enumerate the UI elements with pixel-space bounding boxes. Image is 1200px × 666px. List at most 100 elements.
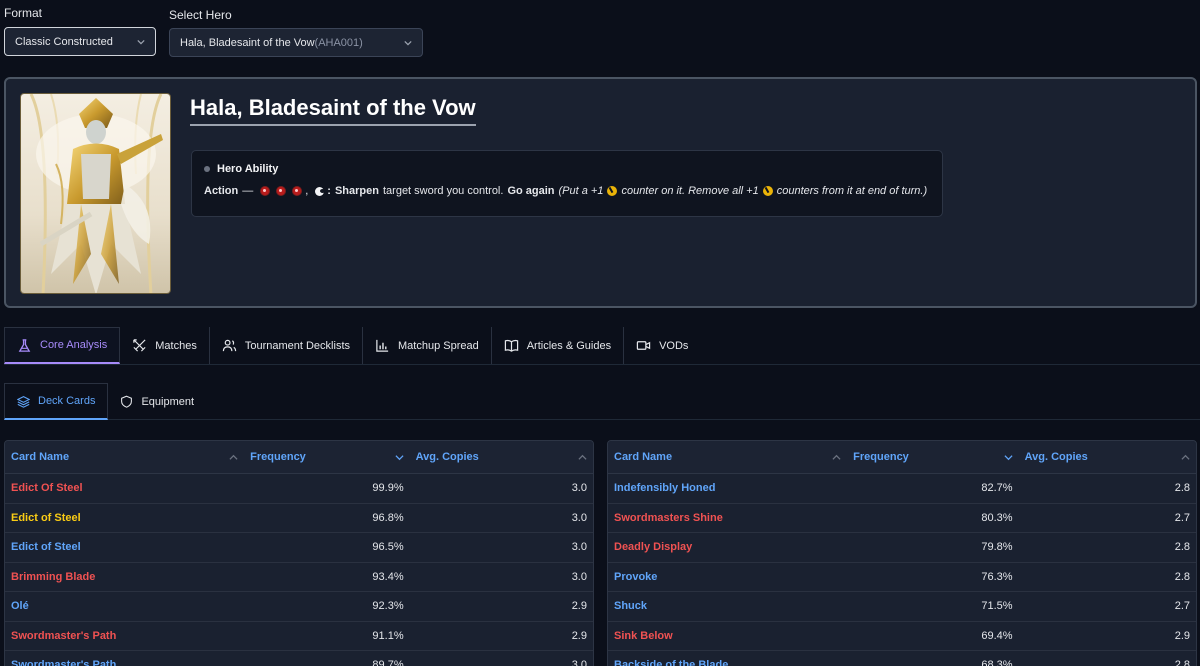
card-name-cell[interactable]: Swordmaster's Path xyxy=(5,659,244,666)
format-select[interactable]: Classic Constructed xyxy=(4,27,156,56)
chevron-up-icon xyxy=(229,454,238,460)
table-row[interactable]: Olé 92.3% 2.9 xyxy=(5,592,593,622)
layers-icon xyxy=(17,395,30,408)
avg-copies-cell: 2.8 xyxy=(1174,482,1190,495)
frequency-cell: 89.7% xyxy=(372,659,404,666)
table-row[interactable]: Deadly Display 79.8% 2.8 xyxy=(608,533,1196,563)
table-body: Edict Of Steel 99.9% 3.0 Edict of Steel 96.8… xyxy=(5,474,593,666)
deck-cards-table-right: Card Name Frequency Avg. Copies Indefens… xyxy=(607,440,1197,666)
tab-matches[interactable]: Matches xyxy=(120,327,210,364)
chevron-up-icon xyxy=(578,454,587,460)
table-row[interactable]: Edict of Steel 96.8% 3.0 xyxy=(5,504,593,533)
avg-copies-cell: 3.0 xyxy=(571,570,587,583)
main-tabs: Core Analysis Matches Tournament Decklis… xyxy=(4,327,1200,365)
resource-icon xyxy=(276,186,287,196)
sort-card-name[interactable]: Card Name xyxy=(608,441,847,474)
tab-matchup-spread[interactable]: Matchup Spread xyxy=(363,327,492,364)
frequency-cell: 96.5% xyxy=(372,541,404,554)
frequency-cell: 68.3% xyxy=(981,659,1013,666)
frequency-cell: 92.3% xyxy=(372,600,404,613)
tab-vods[interactable]: VODs xyxy=(624,327,700,364)
table-row[interactable]: Provoke 76.3% 2.8 xyxy=(608,563,1196,592)
hero-select-code: (AHA001) xyxy=(314,36,363,49)
card-name-cell[interactable]: Edict of Steel xyxy=(5,541,244,553)
avg-copies-cell: 2.9 xyxy=(1174,629,1190,642)
avg-copies-cell: 3.0 xyxy=(571,482,587,495)
frequency-cell: 71.5% xyxy=(981,600,1013,613)
users-icon xyxy=(222,339,237,352)
avg-copies-cell: 2.9 xyxy=(571,600,587,613)
card-name-cell[interactable]: Edict of Steel xyxy=(5,512,244,524)
hero-title: Hala, Bladesaint of the Vow xyxy=(190,95,476,126)
frequency-cell: 96.8% xyxy=(372,511,404,524)
table-row[interactable]: Brimming Blade 93.4% 3.0 xyxy=(5,563,593,592)
frequency-cell: 93.4% xyxy=(372,570,404,583)
table-header: Card Name Frequency Avg. Copies xyxy=(608,441,1196,474)
sort-frequency[interactable]: Frequency xyxy=(847,441,1018,474)
hero-panel: Hala, Bladesaint of the Vow Hero Ability… xyxy=(4,77,1197,308)
table-row[interactable]: Swordmasters Shine 80.3% 2.7 xyxy=(608,504,1196,533)
avg-copies-cell: 2.8 xyxy=(1174,570,1190,583)
avg-copies-cell: 3.0 xyxy=(571,511,587,524)
tab-core-analysis[interactable]: Core Analysis xyxy=(4,327,121,364)
bullet-dot xyxy=(204,166,210,172)
card-name-cell[interactable]: Backside of the Blade xyxy=(608,659,847,666)
avg-copies-cell: 3.0 xyxy=(571,541,587,554)
card-name-cell[interactable]: Provoke xyxy=(608,571,847,583)
card-name-cell[interactable]: Indefensibly Honed xyxy=(608,482,847,494)
hero-select[interactable]: Hala, Bladesaint of the Vow(AHA001) xyxy=(169,28,423,57)
card-name-cell[interactable]: Shuck xyxy=(608,600,847,612)
chevron-down-icon xyxy=(137,38,145,46)
card-name-cell[interactable]: Brimming Blade xyxy=(5,571,244,583)
card-name-cell[interactable]: Olé xyxy=(5,600,244,612)
recycle-icon xyxy=(315,186,326,196)
book-icon xyxy=(504,339,518,352)
card-name-cell[interactable]: Swordmaster's Path xyxy=(5,630,244,642)
table-row[interactable]: Indefensibly Honed 82.7% 2.8 xyxy=(608,474,1196,504)
avg-copies-cell: 2.8 xyxy=(1174,541,1190,554)
table-header: Card Name Frequency Avg. Copies xyxy=(5,441,593,474)
sort-frequency[interactable]: Frequency xyxy=(244,441,409,474)
frequency-cell: 79.8% xyxy=(981,541,1013,554)
ability-action: Action xyxy=(204,185,239,197)
frequency-cell: 76.3% xyxy=(981,570,1013,583)
sort-avg-copies[interactable]: Avg. Copies xyxy=(410,441,593,474)
format-label: Format xyxy=(4,6,43,20)
table-row[interactable]: Swordmaster's Path 91.1% 2.9 xyxy=(5,622,593,651)
table-row[interactable]: Backside of the Blade 68.3% 2.8 xyxy=(608,651,1196,666)
table-row[interactable]: Sink Below 69.4% 2.9 xyxy=(608,622,1196,651)
card-name-cell[interactable]: Deadly Display xyxy=(608,541,847,553)
table-row[interactable]: Shuck 71.5% 2.7 xyxy=(608,592,1196,622)
card-name-cell[interactable]: Sink Below xyxy=(608,630,847,642)
table-row[interactable]: Edict Of Steel 99.9% 3.0 xyxy=(5,474,593,504)
table-row[interactable]: Edict of Steel 96.5% 3.0 xyxy=(5,533,593,563)
sort-card-name[interactable]: Card Name xyxy=(5,441,244,474)
crossed-swords-icon xyxy=(133,339,146,352)
avg-copies-cell: 3.0 xyxy=(571,659,587,666)
resource-icon xyxy=(292,186,303,196)
chevron-down-icon xyxy=(404,39,412,47)
chevron-up-icon xyxy=(832,454,841,460)
subtab-equipment[interactable]: Equipment xyxy=(108,383,206,420)
hero-label: Select Hero xyxy=(169,8,232,22)
table-body: Indefensibly Honed 82.7% 2.8 Swordmasters S… xyxy=(608,474,1196,666)
ability-heading: Hero Ability xyxy=(217,163,279,175)
video-icon xyxy=(636,341,651,350)
card-name-cell[interactable]: Edict Of Steel xyxy=(5,482,244,494)
chevron-down-icon xyxy=(1004,454,1013,460)
deck-cards-table-left: Card Name Frequency Avg. Copies Edict Of… xyxy=(4,440,594,666)
table-row[interactable]: Swordmaster's Path 89.7% 3.0 xyxy=(5,651,593,666)
avg-copies-cell: 2.9 xyxy=(571,629,587,642)
subtab-deck-cards[interactable]: Deck Cards xyxy=(4,383,109,420)
chevron-up-icon xyxy=(1181,454,1190,460)
tab-articles-guides[interactable]: Articles & Guides xyxy=(492,327,625,364)
card-name-cell[interactable]: Swordmasters Shine xyxy=(608,512,847,524)
frequency-cell: 82.7% xyxy=(981,482,1013,495)
frequency-cell: 99.9% xyxy=(372,482,404,495)
frequency-cell: 69.4% xyxy=(981,629,1013,642)
hero-ability-box: Hero Ability Action — , : Sharpen target… xyxy=(191,150,943,217)
format-select-value: Classic Constructed xyxy=(15,35,113,48)
sort-avg-copies[interactable]: Avg. Copies xyxy=(1019,441,1196,474)
tab-tournament-decklists[interactable]: Tournament Decklists xyxy=(210,327,363,364)
frequency-cell: 91.1% xyxy=(372,629,404,642)
